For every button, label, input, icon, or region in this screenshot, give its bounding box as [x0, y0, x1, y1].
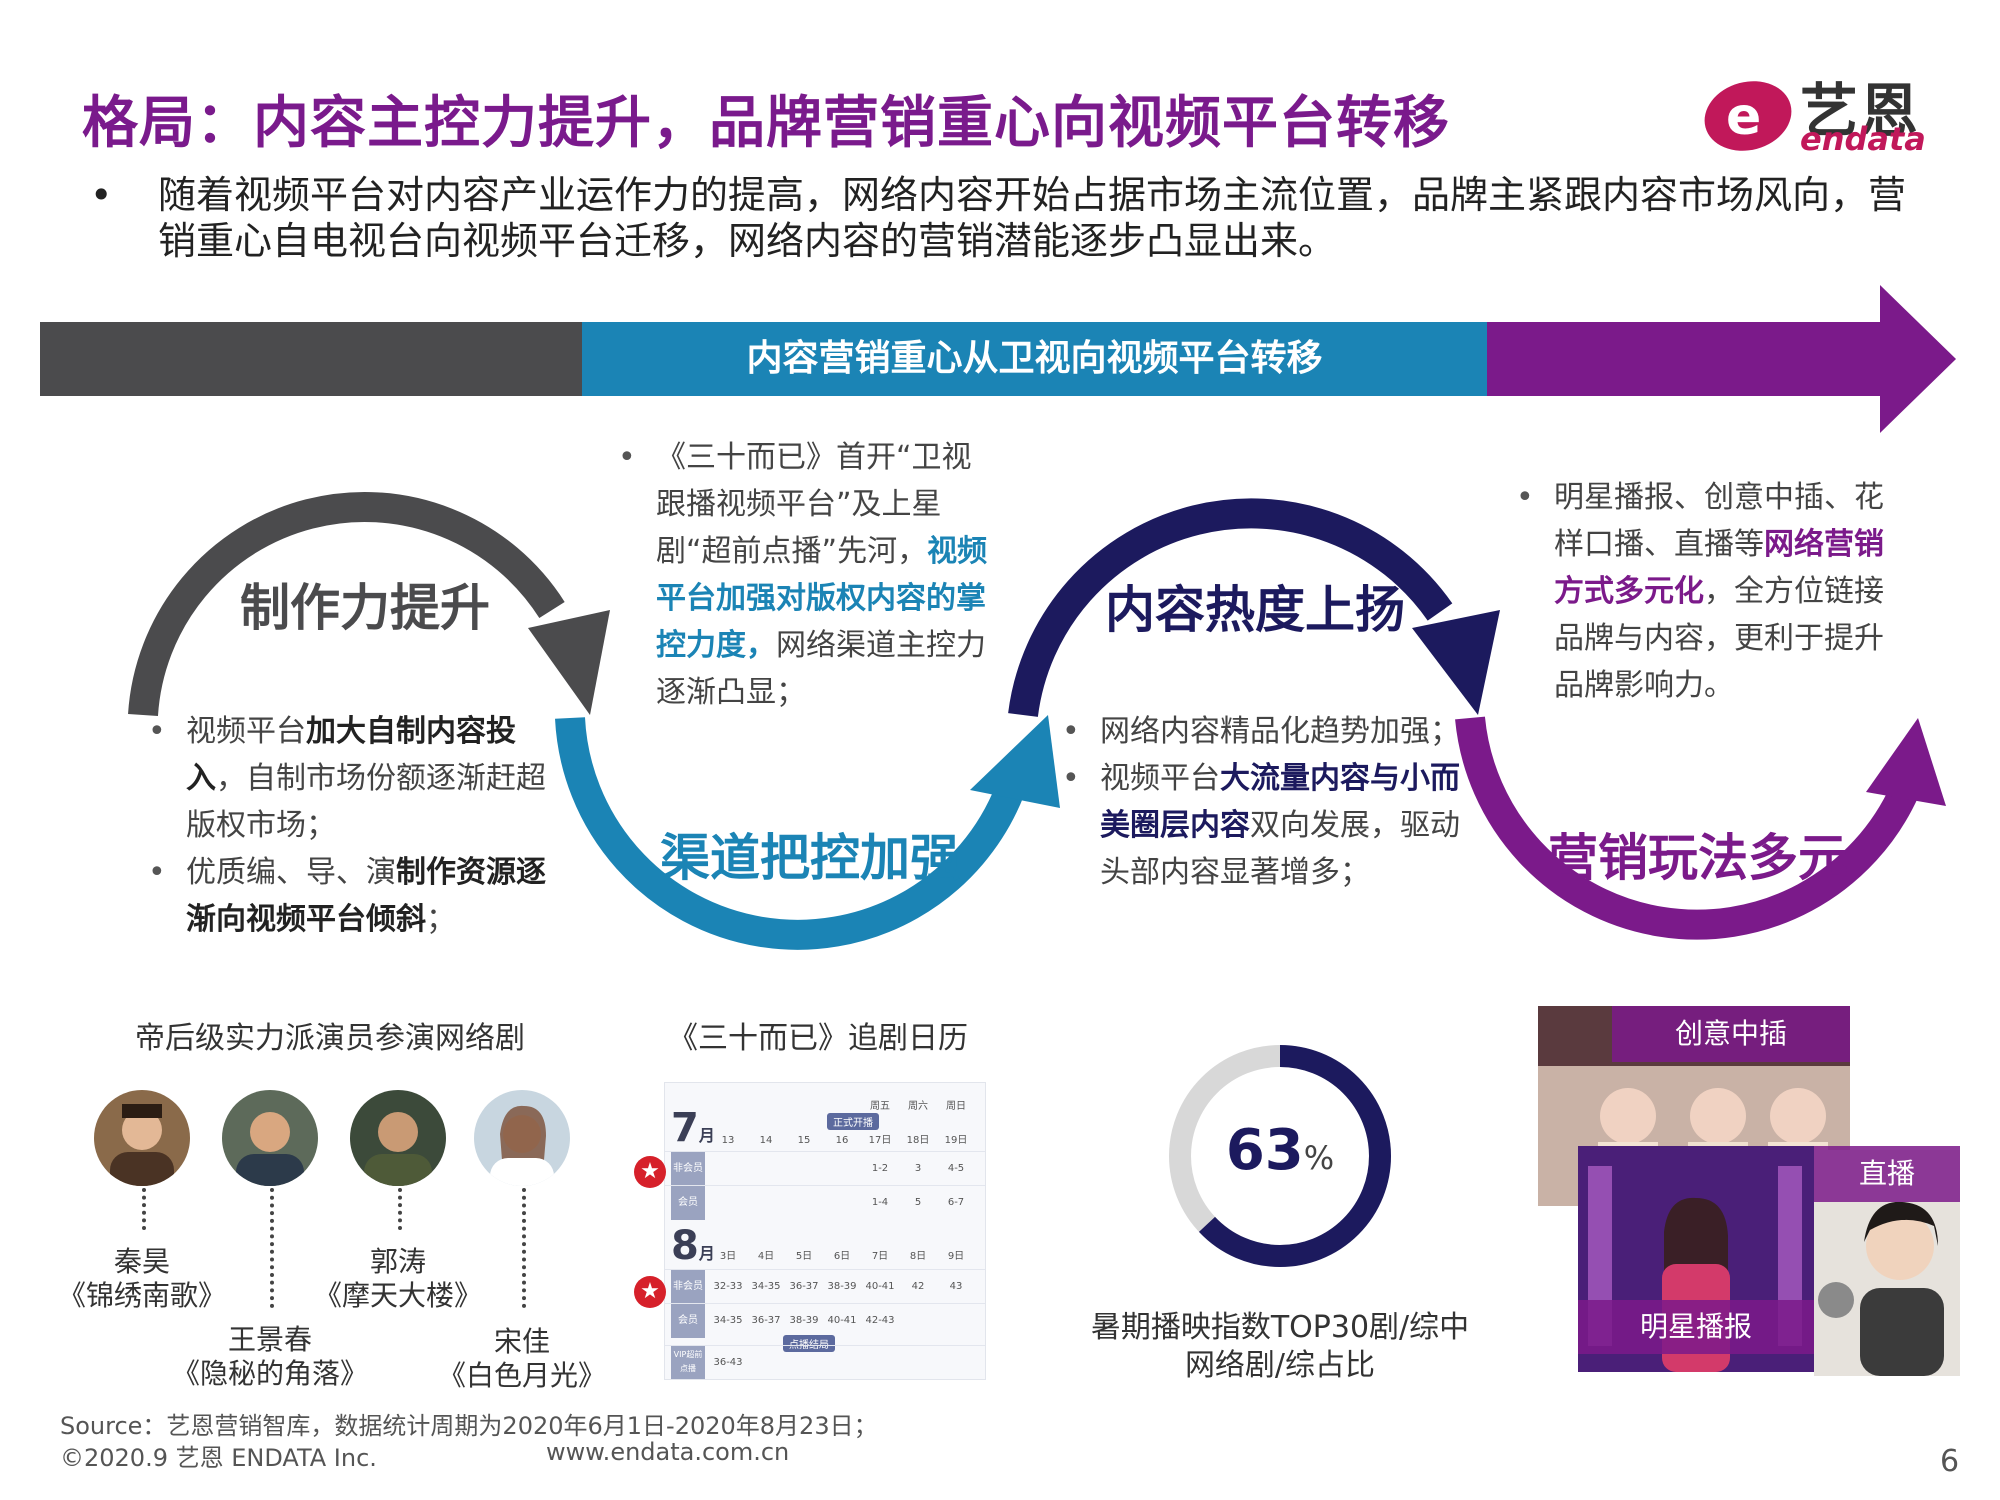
- photo-label-top: 创意中插: [1612, 1006, 1850, 1062]
- stage-heat: 内容热度上扬: [1105, 581, 1405, 639]
- actors-caption: 帝后级实力派演员参演网络剧: [135, 1021, 525, 1056]
- july-weekdays: 周五 周六 周日: [870, 1101, 966, 1112]
- actor-avatar: [222, 1090, 318, 1186]
- arrow-blue-head: [970, 715, 1060, 808]
- stage-channel: 渠道把控加强: [660, 829, 960, 887]
- calendar-row: 会员 1-4 5 6-7: [665, 1185, 985, 1220]
- desc-production-item: 优质编、导、演制作资源逐渐向视频平台倾斜；: [148, 849, 560, 943]
- page-number: 6: [1940, 1444, 1960, 1479]
- desc-marketing: 明星播报、创意中插、花样口播、直播等网络营销方式多元化，全方位链接品牌与内容，更…: [1516, 474, 1906, 709]
- stage-production: 制作力提升: [240, 579, 490, 637]
- desc-production-item: 视频平台加大自制内容投入，自制市场份额逐渐赶超版权市场；: [148, 708, 560, 849]
- desc-production: 视频平台加大自制内容投入，自制市场份额逐渐赶超版权市场； 优质编、导、演制作资源…: [148, 708, 560, 943]
- desc-heat-item: 视频平台大流量内容与小而美圈层内容双向发展，驱动头部内容显著增多；: [1062, 755, 1472, 896]
- actor-show: 《隐秘的角落》: [171, 1357, 368, 1390]
- stage-marketing: 营销玩法多元: [1548, 829, 1848, 887]
- donut-value: 63%: [1225, 1118, 1335, 1183]
- desc-channel-item: 《三十而已》首开“卫视跟播视频平台”及上星剧“超前点播”先河，视频平台加强对版权…: [618, 434, 998, 716]
- actor-connector: [270, 1188, 274, 1308]
- actor-connector: [522, 1188, 526, 1308]
- actor-avatar: [94, 1090, 190, 1186]
- actor-show: 《摩天大楼》: [313, 1279, 482, 1312]
- photo-label-right: 直播: [1814, 1146, 1960, 1202]
- calendar-row: 非会员 32-33 34-35 36-37 38-39 40-41 42 43: [665, 1269, 985, 1304]
- calendar-row: VIP超前点播 36-43: [665, 1345, 985, 1379]
- desc-heat-item: 网络内容精品化趋势加强；: [1062, 708, 1472, 755]
- star-icon: ★: [634, 1276, 666, 1308]
- arrow-gray-head: [528, 610, 610, 715]
- drama-calendar: 7月 周五 周六 周日 正式开播 13 14 15 16 17日 18日 19日 非会员 1-2…: [664, 1082, 986, 1380]
- arrow-purple-head: [1866, 718, 1946, 806]
- arrow-navy-head: [1412, 610, 1500, 715]
- photo-label-bottom: 明星播报: [1578, 1300, 1814, 1354]
- calendar-row: 非会员 1-2 3 4-5: [665, 1151, 985, 1186]
- august-dates: 3日 4日 5日 6日 7日 8日 9日: [719, 1251, 965, 1262]
- actor-avatar: [474, 1090, 570, 1186]
- premiere-tag: 正式开播: [827, 1113, 879, 1130]
- footer-copyright: ©2020.9 艺恩 ENDATA Inc.: [60, 1444, 377, 1472]
- actor-avatar: [350, 1090, 446, 1186]
- calendar-caption: 《三十而已》追剧日历: [668, 1021, 968, 1056]
- desc-channel: 《三十而已》首开“卫视跟播视频平台”及上星剧“超前点播”先河，视频平台加强对版权…: [618, 434, 998, 716]
- footer-source: Source：艺恩营销智库，数据统计周期为2020年6月1日-2020年8月23…: [60, 1412, 878, 1440]
- donut-caption-line2: 网络剧/综占比: [1184, 1348, 1376, 1383]
- july-dates: 13 14 15 16 17日 18日 19日: [721, 1135, 968, 1146]
- calendar-row: 会员 34-35 36-37 38-39 40-41 42-43: [665, 1303, 985, 1338]
- footer-url[interactable]: www.endata.com.cn: [546, 1438, 789, 1466]
- desc-marketing-item: 明星播报、创意中插、花样口播、直播等网络营销方式多元化，全方位链接品牌与内容，更…: [1516, 474, 1906, 709]
- desc-heat: 网络内容精品化趋势加强； 视频平台大流量内容与小而美圈层内容双向发展，驱动头部内…: [1062, 708, 1472, 896]
- actor-connector: [398, 1188, 402, 1230]
- august-month: 8月: [671, 1223, 715, 1269]
- star-icon: ★: [634, 1156, 666, 1188]
- actor-show: 《锦绣南歌》: [57, 1279, 226, 1312]
- actor-show: 《白色月光》: [437, 1359, 606, 1392]
- actor-connector: [142, 1188, 146, 1230]
